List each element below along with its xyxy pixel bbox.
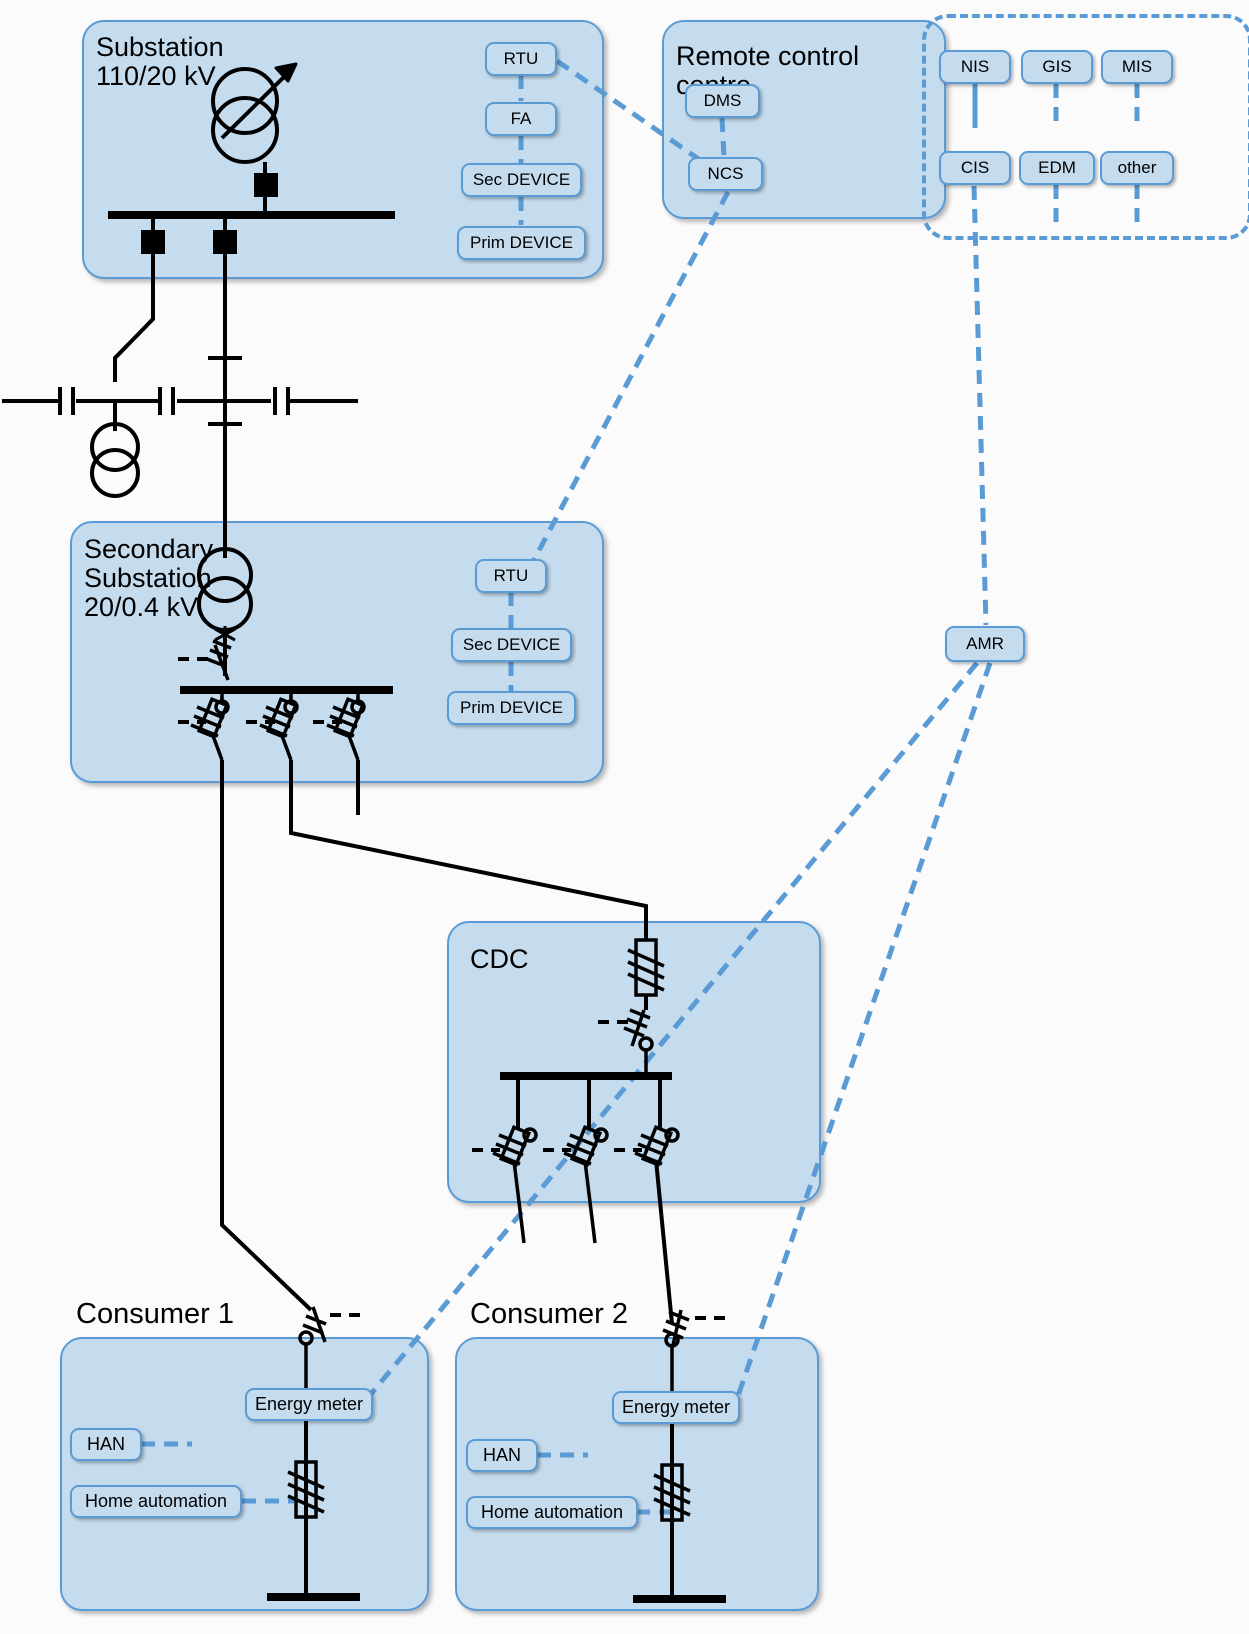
- chip-label: DMS: [703, 91, 742, 110]
- chip-other[interactable]: other: [1100, 151, 1174, 185]
- chip-label: Sec DEVICE: [472, 170, 571, 189]
- panel-title-substation: Substation 110/20 kV: [96, 32, 224, 92]
- chip-consumer2-energy-meter[interactable]: Energy meter: [612, 1391, 740, 1424]
- chip-label: NCS: [707, 164, 744, 183]
- chip-substation-fa[interactable]: FA: [485, 102, 557, 136]
- sec-feeder-1-trunk-to-consumer1: [220, 760, 313, 1312]
- chip-label: FA: [510, 109, 532, 128]
- panel-title-consumer1: Consumer 1: [76, 1298, 234, 1330]
- sec-incomer-switch: [206, 639, 232, 681]
- chip-ncs[interactable]: NCS: [688, 157, 763, 191]
- chip-label: RTU: [493, 566, 529, 585]
- cdc-incomer-switch: [623, 1008, 654, 1074]
- chip-label: GIS: [1042, 57, 1072, 76]
- mv-transformer-winding-bottom: [90, 448, 140, 498]
- chip-dms[interactable]: DMS: [685, 84, 760, 118]
- chip-label: RTU: [503, 49, 539, 68]
- chip-cis[interactable]: CIS: [939, 151, 1011, 185]
- chip-secondary-sec-device[interactable]: Sec DEVICE: [451, 628, 572, 662]
- chip-consumer1-han[interactable]: HAN: [70, 1428, 142, 1461]
- chip-label: CIS: [960, 158, 990, 177]
- chip-label: Prim DEVICE: [460, 698, 563, 717]
- chip-substation-sec-device[interactable]: Sec DEVICE: [461, 163, 582, 197]
- chip-consumer1-home-automation[interactable]: Home automation: [70, 1485, 242, 1518]
- mv-feeder-1-route: [113, 254, 155, 382]
- chip-consumer2-han[interactable]: HAN: [466, 1439, 538, 1472]
- chip-label: EDM: [1038, 158, 1076, 177]
- chip-label: Home automation: [480, 1502, 624, 1522]
- chip-consumer2-home-automation[interactable]: Home automation: [466, 1496, 638, 1529]
- chip-label: Energy meter: [621, 1397, 731, 1417]
- panel-title-secondary-substation: Secondary Substation 20/0.4 kV: [84, 534, 214, 623]
- chip-substation-prim-device[interactable]: Prim DEVICE: [457, 226, 586, 260]
- tap-changer-arrow-head: [274, 62, 298, 83]
- hv-transformer-winding-bottom: [211, 96, 279, 164]
- chip-edm[interactable]: EDM: [1019, 151, 1095, 185]
- cdc-feeder-3-to-consumer2: [654, 1159, 674, 1325]
- chip-gis[interactable]: GIS: [1021, 50, 1093, 84]
- chip-label: Home automation: [84, 1491, 228, 1511]
- chip-label: other: [1117, 158, 1157, 177]
- chip-label: Sec DEVICE: [462, 635, 561, 654]
- chip-secondary-rtu[interactable]: RTU: [475, 559, 547, 593]
- cdc-feeder-2-switch: [563, 1124, 609, 1244]
- chip-label: Prim DEVICE: [470, 233, 573, 252]
- sec-feeder-1-switch: [190, 690, 230, 761]
- cdc-incomer-fuse: [627, 938, 665, 997]
- chip-label: Energy meter: [254, 1394, 364, 1414]
- diagram-canvas: Substation 110/20 kV Remote control cent…: [0, 0, 1249, 1634]
- chip-label: HAN: [86, 1434, 125, 1454]
- power-network-layer: [2, 62, 727, 1603]
- consumer2-main-switch: [662, 1309, 690, 1393]
- chip-label: HAN: [482, 1445, 521, 1465]
- sec-feeder-3-switch: [326, 690, 366, 761]
- chip-mis[interactable]: MIS: [1101, 50, 1173, 84]
- chip-nis[interactable]: NIS: [939, 50, 1011, 84]
- sec-feeder-2-route-to-cdc: [289, 760, 648, 940]
- chip-substation-rtu[interactable]: RTU: [485, 42, 557, 76]
- chip-label: MIS: [1121, 57, 1153, 76]
- substation-breaker-main: [254, 173, 278, 197]
- consumer1-main-switch: [298, 1306, 327, 1391]
- substation-breaker-feeder-1: [141, 230, 165, 254]
- panel-title-cdc: CDC: [470, 944, 529, 974]
- cdc-feeder-1-switch: [492, 1124, 538, 1244]
- chip-consumer1-energy-meter[interactable]: Energy meter: [245, 1388, 373, 1421]
- substation-breaker-feeder-2: [213, 230, 237, 254]
- panel-title-consumer2: Consumer 2: [470, 1298, 628, 1330]
- chip-label: NIS: [960, 57, 990, 76]
- cdc-feeder-3-switch: [634, 1124, 680, 1168]
- chip-amr[interactable]: AMR: [945, 626, 1025, 662]
- chip-secondary-prim-device[interactable]: Prim DEVICE: [447, 691, 576, 725]
- chip-label: AMR: [966, 634, 1004, 653]
- sec-feeder-2-switch: [259, 690, 299, 761]
